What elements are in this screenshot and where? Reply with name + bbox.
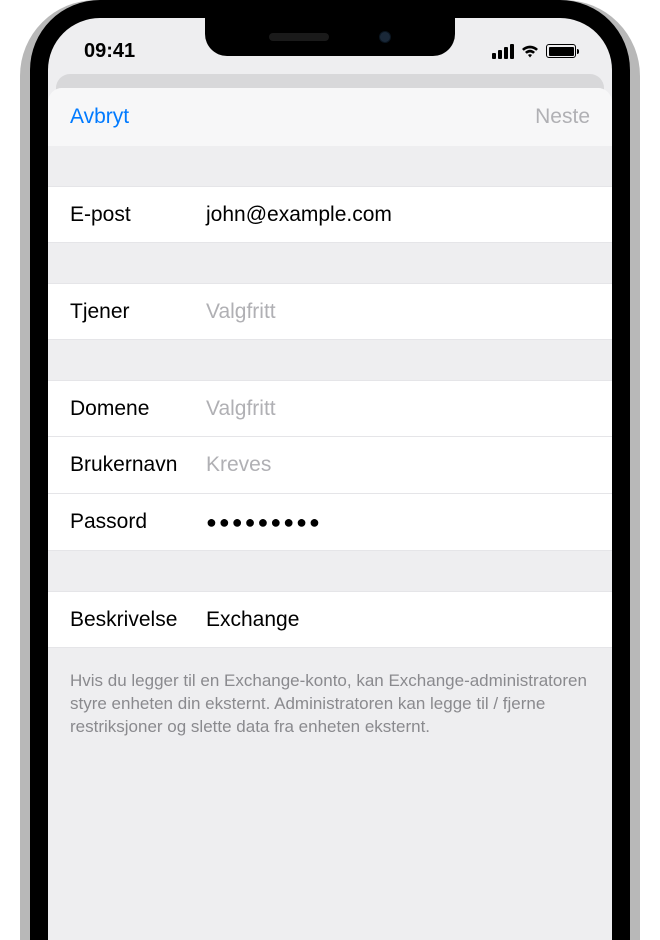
domain-label: Domene xyxy=(70,397,206,421)
modal-sheet: Avbryt Neste E-post john@example.com Tje… xyxy=(48,88,612,940)
description-group: Beskrivelse Exchange xyxy=(48,591,612,648)
domain-field[interactable] xyxy=(206,397,590,421)
username-field[interactable] xyxy=(206,453,590,477)
email-field[interactable]: john@example.com xyxy=(206,203,590,227)
speaker-grill xyxy=(269,33,329,41)
email-row[interactable]: E-post john@example.com xyxy=(48,186,612,243)
password-label: Passord xyxy=(70,510,206,534)
status-time: 09:41 xyxy=(84,40,135,63)
email-label: E-post xyxy=(70,203,206,227)
cancel-button[interactable]: Avbryt xyxy=(70,105,129,129)
cellular-signal-icon xyxy=(492,44,514,59)
email-group: E-post john@example.com xyxy=(48,186,612,243)
credentials-group: Domene Brukernavn Passord ●●●●●●●●● xyxy=(48,380,612,551)
front-camera-icon xyxy=(379,31,391,43)
battery-icon xyxy=(546,44,576,58)
password-field[interactable]: ●●●●●●●●● xyxy=(206,512,322,533)
screen: 09:41 Avbryt Neste xyxy=(48,18,612,940)
wifi-icon xyxy=(520,44,540,59)
username-row[interactable]: Brukernavn xyxy=(48,437,612,494)
server-field[interactable] xyxy=(206,300,590,324)
notch xyxy=(205,18,455,56)
server-group: Tjener xyxy=(48,283,612,340)
status-indicators xyxy=(492,44,576,59)
phone-inner-frame: 09:41 Avbryt Neste xyxy=(30,0,630,940)
server-row[interactable]: Tjener xyxy=(48,283,612,340)
phone-mockup: 09:41 Avbryt Neste xyxy=(0,0,660,940)
server-label: Tjener xyxy=(70,300,206,324)
description-row[interactable]: Beskrivelse Exchange xyxy=(48,591,612,648)
nav-bar: Avbryt Neste xyxy=(48,88,612,146)
description-label: Beskrivelse xyxy=(70,608,206,632)
description-field[interactable]: Exchange xyxy=(206,608,590,632)
domain-row[interactable]: Domene xyxy=(48,380,612,437)
password-row[interactable]: Passord ●●●●●●●●● xyxy=(48,494,612,551)
username-label: Brukernavn xyxy=(70,453,206,477)
footer-note: Hvis du legger til en Exchange-konto, ka… xyxy=(48,648,612,739)
next-button[interactable]: Neste xyxy=(535,105,590,129)
